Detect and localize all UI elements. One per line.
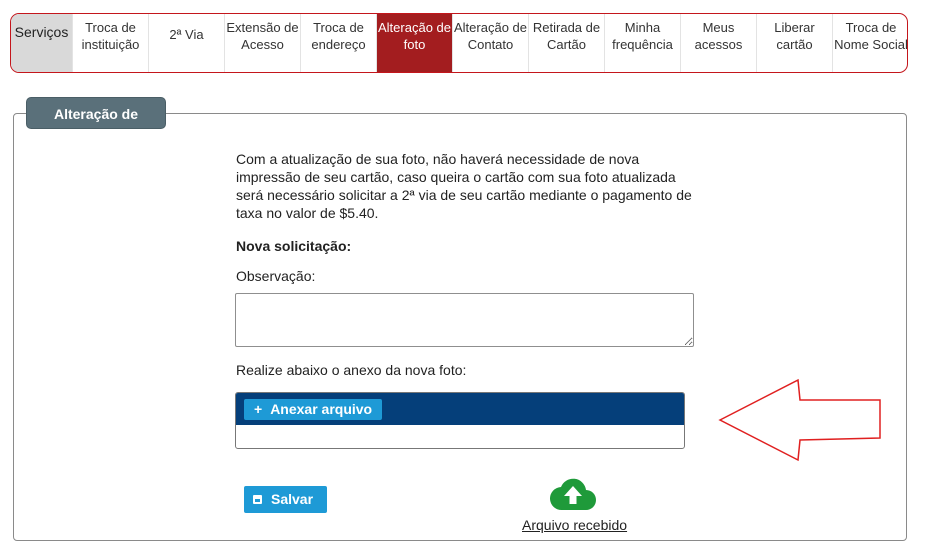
tab-segunda-via[interactable]: 2ª Via: [149, 14, 225, 72]
services-tabbar: Serviços Troca de instituição 2ª Via Ext…: [10, 13, 908, 73]
tab-servicos[interactable]: Serviços: [11, 14, 73, 72]
save-label: Salvar: [271, 491, 314, 507]
attach-file-button[interactable]: + Anexar arquivo: [244, 399, 383, 420]
attach-prompt: Realize abaixo o anexo da nova foto:: [236, 362, 467, 378]
attach-file-label: Anexar arquivo: [270, 401, 373, 417]
file-received-link[interactable]: Arquivo recebido: [522, 517, 627, 533]
save-button[interactable]: Salvar: [244, 486, 327, 513]
tab-liberar-cartao[interactable]: Liberar cartão: [757, 14, 833, 72]
observation-textarea[interactable]: [235, 293, 694, 347]
panel-content: Com a atualização de sua foto, não haver…: [236, 150, 706, 222]
cloud-upload-icon: [550, 478, 596, 511]
red-arrow-icon: [718, 378, 881, 462]
observation-wrapper: [235, 293, 694, 347]
tab-alteracao-foto[interactable]: Alteração de foto: [377, 14, 453, 72]
upload-box: + Anexar arquivo: [235, 392, 685, 449]
observation-label: Observação:: [236, 268, 316, 284]
tab-troca-instituicao[interactable]: Troca de instituição: [73, 14, 149, 72]
tab-meus-acessos[interactable]: Meus acessos: [681, 14, 757, 72]
tab-troca-endereco[interactable]: Troca de endereço: [301, 14, 377, 72]
tab-troca-nome-social[interactable]: Troca de Nome Social: [833, 14, 907, 72]
panel-title: Alteração de foto: [26, 97, 166, 154]
tab-extensao-acesso[interactable]: Extensão de Acesso: [225, 14, 301, 72]
tab-retirada-cartao[interactable]: Retirada de Cartão: [529, 14, 605, 72]
intro-text: Com a atualização de sua foto, não haver…: [236, 151, 692, 221]
tab-alteracao-contato[interactable]: Alteração de Contato: [453, 14, 529, 72]
new-request-label: Nova solicitação:: [236, 238, 352, 254]
tab-minha-frequencia[interactable]: Minha frequência: [605, 14, 681, 72]
plus-icon: +: [254, 401, 263, 417]
upload-header: + Anexar arquivo: [236, 393, 684, 425]
floppy-disk-icon: [253, 495, 262, 504]
